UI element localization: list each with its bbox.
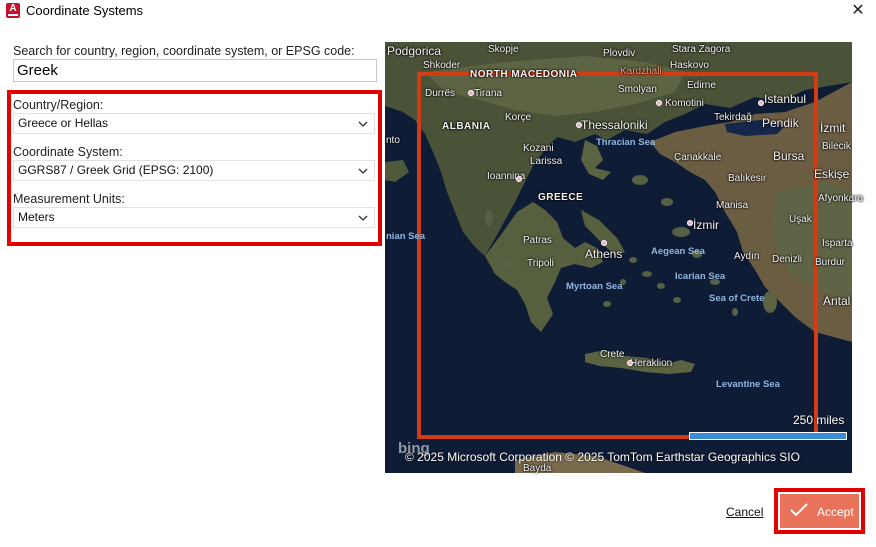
accept-button[interactable]: Accept xyxy=(780,494,859,528)
map-scale-label: 250 miles xyxy=(793,413,845,427)
measurement-units-value: Meters xyxy=(18,210,55,224)
city-dot-heraklion xyxy=(627,360,633,366)
map-label-anto: nto xyxy=(386,135,400,146)
map-label-bursa: Bursa xyxy=(773,149,805,163)
map-label-crete: Crete xyxy=(600,349,625,360)
map-label-izmir: İzmir xyxy=(693,218,719,232)
map-label-albania: ALBANIA xyxy=(442,121,491,132)
map-label-izmit: İzmit xyxy=(820,121,846,135)
map-label-shkoder: Shkoder xyxy=(423,60,461,71)
city-dot-ioannina xyxy=(516,176,522,182)
map-label-myrtoan-sea: Myrtoan Sea xyxy=(566,281,623,292)
title-bar: A Coordinate Systems ✕ xyxy=(0,0,876,24)
map-label-bayda: Bayda xyxy=(523,463,552,474)
accept-label: Accept xyxy=(817,505,854,519)
city-dot-komotini xyxy=(656,100,662,106)
map-label-greece: GREECE xyxy=(538,192,584,203)
search-label: Search for country, region, coordinate s… xyxy=(13,44,355,58)
map-label-edirne: Edirne xyxy=(687,80,716,91)
map-label-eskisehir: Eskişe xyxy=(814,167,850,181)
search-input[interactable] xyxy=(13,59,377,82)
map-label-pendik: Pendik xyxy=(762,116,799,130)
map-label-tekirdag: Tekirdağ xyxy=(714,112,752,123)
map-label-denizli: Denizli xyxy=(772,254,803,265)
map-label-larissa: Larissa xyxy=(530,156,563,167)
map-label-tirana: Tirana xyxy=(474,88,502,99)
map-label-korce: Korçe xyxy=(505,112,532,123)
map-label-icarian-sea: Icarian Sea xyxy=(675,271,726,282)
map-label-sea-of-crete: Sea of Crete xyxy=(709,293,765,304)
checkmark-icon xyxy=(789,501,809,522)
map-label-north-macedonia: NORTH MACEDONIA xyxy=(470,69,578,80)
map-label-aegean-sea: Aegean Sea xyxy=(651,246,705,257)
map-label-aydin: Aydın xyxy=(734,251,760,262)
map-label-canakkale: Çanakkale xyxy=(674,152,722,163)
map-label-haskovo: Haskovo xyxy=(670,60,709,71)
map-label-plovdiv: Plovdiv xyxy=(603,48,636,59)
city-dot-tirana xyxy=(468,90,474,96)
map-label-ionian-sea: nian Sea xyxy=(386,231,426,242)
map-label-durres: Durrës xyxy=(425,88,456,99)
map-label-usak: Uşak xyxy=(789,214,812,225)
cancel-button[interactable]: Cancel xyxy=(726,505,763,519)
city-dot-athens xyxy=(601,240,607,246)
map-label-antal: Antal xyxy=(823,294,851,308)
map-label-kardzhali: Kardzhali xyxy=(620,66,662,77)
coordinate-system-label: Coordinate System: xyxy=(13,145,123,159)
map-label-patras: Patras xyxy=(523,235,552,246)
map-label-heraklion: Heraklion xyxy=(630,358,673,369)
map-label-bilecik: Bilecik xyxy=(822,141,851,152)
map-label-balikesir: Balıkesir xyxy=(728,173,767,184)
country-region-value: Greece or Hellas xyxy=(18,116,109,130)
measurement-units-label: Measurement Units: xyxy=(13,192,125,206)
map-label-thessaloniki: Thessaloniki xyxy=(581,118,648,132)
map-label-istanbul: Istanbul xyxy=(764,92,807,106)
map-label-thracian-sea: Thracian Sea xyxy=(596,137,656,148)
map-label-kozani: Kozani xyxy=(523,143,554,154)
country-region-select[interactable]: Greece or Hellas xyxy=(13,113,375,134)
city-dot-istanbul xyxy=(758,100,764,106)
map-label-burdur: Burdur xyxy=(815,257,846,268)
coordinate-system-value: GGRS87 / Greek Grid (EPSG: 2100) xyxy=(18,163,214,177)
map-label-skopje: Skopje xyxy=(488,44,519,55)
window-title: Coordinate Systems xyxy=(26,3,144,18)
map-label-smolyan: Smolyan xyxy=(618,84,657,95)
map-label-levantine-sea: Levantine Sea xyxy=(716,379,780,390)
chevron-down-icon xyxy=(356,209,370,227)
map-label-stara-zagora: Stara Zagora xyxy=(672,44,731,55)
measurement-units-select[interactable]: Meters xyxy=(13,207,375,228)
map-label-podgorica: Podgorica xyxy=(387,44,442,58)
map-attribution: © 2025 Microsoft Corporation © 2025 TomT… xyxy=(405,450,800,464)
map-label-komotini: Komotini xyxy=(665,98,704,109)
map-label-tripoli: Tripoli xyxy=(527,258,554,269)
map-label-afyonkara: Afyonkara xyxy=(818,193,864,204)
map-label-manisa: Manisa xyxy=(716,200,749,211)
chevron-down-icon xyxy=(356,162,370,180)
map-label-isparta: Isparta xyxy=(822,238,853,249)
city-dot-izmir xyxy=(687,220,693,226)
map-label-athens: Athens xyxy=(585,247,623,261)
country-region-label: Country/Region: xyxy=(13,98,104,112)
autocad-app-icon: A xyxy=(6,3,20,18)
coordinate-system-select[interactable]: GGRS87 / Greek Grid (EPSG: 2100) xyxy=(13,160,375,181)
city-dot-thessaloniki xyxy=(576,122,582,128)
close-icon[interactable]: ✕ xyxy=(846,0,870,22)
map-scale-bar xyxy=(689,432,847,440)
chevron-down-icon xyxy=(356,115,370,133)
